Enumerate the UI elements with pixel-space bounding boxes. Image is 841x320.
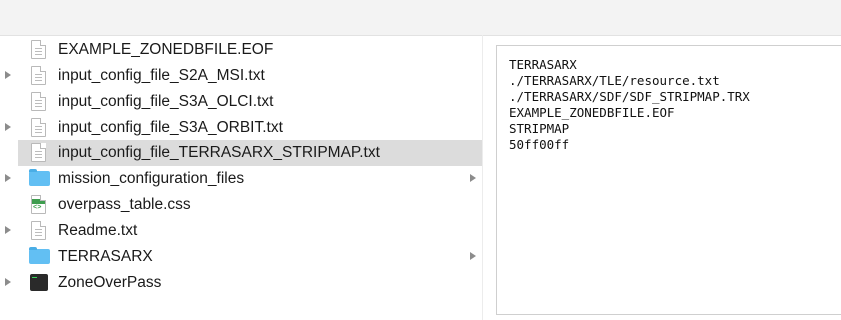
file-name: overpass_table.css — [58, 196, 191, 213]
list-item-mission-configuration-files[interactable]: mission_configuration_files — [0, 166, 482, 192]
preview-line: ./TERRASARX/SDF/SDF_STRIPMAP.TRX — [509, 89, 750, 104]
document-icon — [31, 143, 46, 162]
chevron-right-icon — [470, 252, 476, 260]
document-icon — [31, 40, 46, 59]
document-icon — [31, 221, 46, 240]
folder-name: TERRASARX — [58, 248, 153, 265]
preview-line: STRIPMAP — [509, 121, 570, 136]
document-icon — [31, 118, 46, 137]
file-name: EXAMPLE_ZONEDBFILE.EOF — [58, 41, 274, 58]
file-name: ZoneOverPass — [58, 274, 162, 291]
file-name: Readme.txt — [58, 222, 138, 239]
preview-line: TERRASARX — [509, 57, 577, 72]
list-item-example-zonedbfile[interactable]: EXAMPLE_ZONEDBFILE.EOF — [0, 37, 482, 63]
file-list: EXAMPLE_ZONEDBFILE.EOF input_config_file… — [0, 35, 482, 320]
file-name: input_config_file_S3A_OLCI.txt — [58, 93, 274, 110]
preview-line: 50ff00ff — [509, 137, 570, 152]
file-name: input_config_file_TERRASARX_STRIPMAP.txt — [58, 144, 380, 161]
list-item-s2a-msi[interactable]: input_config_file_S2A_MSI.txt — [0, 63, 482, 89]
document-icon — [31, 66, 46, 85]
code-brackets-icon: <> — [33, 204, 42, 212]
folder-name: mission_configuration_files — [58, 170, 245, 187]
list-item-terrasarx[interactable]: TERRASARX — [0, 244, 482, 270]
disclosure-triangle-icon[interactable] — [5, 174, 11, 182]
file-name: input_config_file_S2A_MSI.txt — [58, 67, 265, 84]
window-toolbar — [0, 0, 841, 36]
disclosure-triangle-icon[interactable] — [5, 71, 11, 79]
list-item-overpass-table[interactable]: <> overpass_table.css — [0, 192, 482, 218]
terminal-executable-icon — [30, 274, 48, 291]
disclosure-triangle-icon[interactable] — [5, 226, 11, 234]
file-name: input_config_file_S3A_ORBIT.txt — [58, 119, 283, 136]
list-item-zoneoverpass[interactable]: ZoneOverPass — [0, 270, 482, 296]
disclosure-triangle-icon[interactable] — [5, 278, 11, 286]
column-divider[interactable] — [482, 35, 483, 320]
chevron-right-icon — [470, 174, 476, 182]
list-item-s3a-olci[interactable]: input_config_file_S3A_OLCI.txt — [0, 89, 482, 115]
disclosure-triangle-icon[interactable] — [5, 123, 11, 131]
list-item-s3a-orbit[interactable]: input_config_file_S3A_ORBIT.txt — [0, 115, 482, 141]
list-item-terrasarx-stripmap[interactable]: input_config_file_TERRASARX_STRIPMAP.txt — [18, 140, 482, 166]
preview-line: ./TERRASARX/TLE/resource.txt — [509, 73, 720, 88]
preview-line: EXAMPLE_ZONEDBFILE.EOF — [509, 105, 675, 120]
list-item-readme[interactable]: Readme.txt — [0, 218, 482, 244]
folder-icon — [29, 169, 50, 186]
file-preview-pane: TERRASARX ./TERRASARX/TLE/resource.txt .… — [496, 45, 841, 315]
folder-icon — [29, 247, 50, 264]
document-icon — [31, 92, 46, 111]
